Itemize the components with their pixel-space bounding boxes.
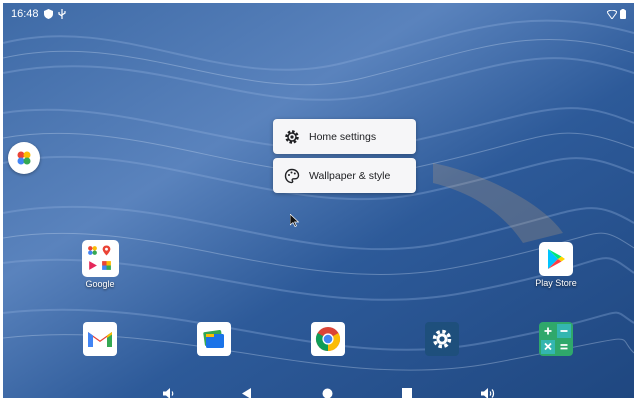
gear-icon xyxy=(285,129,299,144)
settings-app[interactable] xyxy=(425,322,459,356)
settings-icon xyxy=(432,329,452,349)
calculator-icon xyxy=(541,324,571,354)
battery-icon xyxy=(620,9,626,19)
photos-mini-icon xyxy=(102,260,111,270)
volume-up-icon xyxy=(481,387,495,398)
menu-item-wallpaper-style[interactable]: Wallpaper & style xyxy=(273,158,416,193)
play-store-icon xyxy=(548,249,565,269)
navigation-bar xyxy=(3,382,634,398)
maps-mini-icon xyxy=(102,245,111,256)
usb-icon xyxy=(57,9,66,19)
menu-item-label: Wallpaper & style xyxy=(309,169,391,182)
chrome-app[interactable] xyxy=(311,322,345,356)
files-icon xyxy=(203,330,224,348)
palette-icon xyxy=(284,168,300,183)
home-icon xyxy=(322,388,333,398)
wifi-icon xyxy=(607,9,617,19)
home-screen: 16:48 Home settings Wallpaper & style Go… xyxy=(0,0,637,401)
gmail-app[interactable] xyxy=(83,322,117,356)
app-label: Play Store xyxy=(535,278,577,288)
play-movies-mini-icon xyxy=(88,260,97,270)
menu-item-home-settings[interactable]: Home settings xyxy=(273,119,416,154)
volume-down-icon xyxy=(163,387,174,398)
folder-label: Google xyxy=(85,279,115,289)
assistant-mini-icon xyxy=(87,246,97,255)
menu-item-label: Home settings xyxy=(309,130,377,143)
recents-button[interactable] xyxy=(402,386,412,398)
status-bar: 16:48 xyxy=(3,3,634,25)
back-icon xyxy=(242,387,251,398)
volume-down-button[interactable] xyxy=(163,386,175,398)
back-button[interactable] xyxy=(242,386,251,398)
google-folder[interactable]: Google xyxy=(70,240,130,289)
folder-preview xyxy=(81,240,119,277)
recents-icon xyxy=(402,388,412,398)
play-store-app[interactable]: Play Store xyxy=(526,242,586,288)
chrome-icon xyxy=(315,327,341,351)
clock: 16:48 xyxy=(11,8,39,20)
mouse-cursor-icon xyxy=(290,214,299,227)
volume-up-button[interactable] xyxy=(481,386,495,398)
gmail-icon xyxy=(88,332,112,347)
google-assistant-icon xyxy=(17,151,31,165)
shield-icon xyxy=(43,9,53,19)
files-app[interactable] xyxy=(197,322,231,356)
calculator-app[interactable] xyxy=(539,322,573,356)
home-button[interactable] xyxy=(322,386,333,398)
assistant-bubble[interactable] xyxy=(8,142,40,174)
